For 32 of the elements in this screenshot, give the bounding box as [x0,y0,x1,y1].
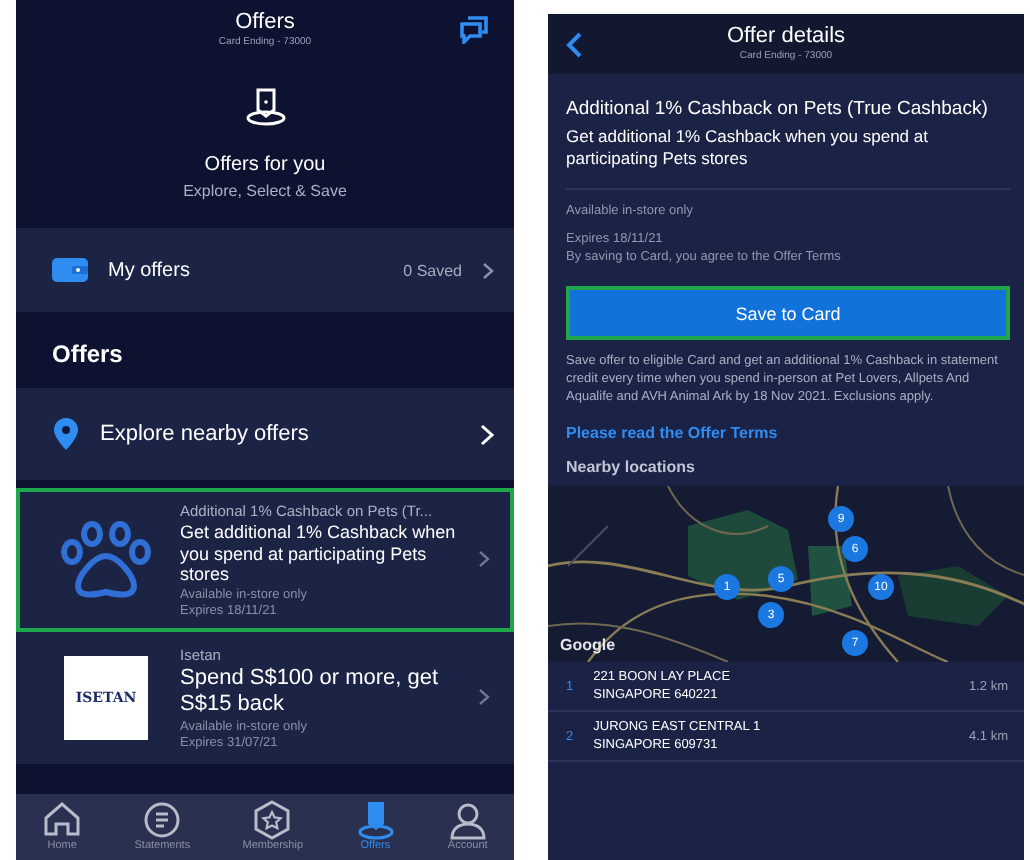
chevron-icon [478,550,490,569]
my-offers-row[interactable]: My offers 0 Saved [16,228,514,312]
offer-headline: Spend S$100 or more, get S$15 back [180,665,441,717]
offer-headline: Get additional 1% Cashback when you spend at participating Pets stores [180,522,458,585]
offers-stand-icon [243,84,287,128]
wallet-icon [52,258,88,282]
terms-link[interactable]: Please read the Offer Terms [566,424,778,442]
chevron-icon [480,423,494,445]
explore-row[interactable]: Explore nearby offers [16,388,514,480]
paw-icon [58,519,154,600]
hero-title: Offers for you [204,154,326,176]
save-button[interactable]: Save to Card [566,286,1010,340]
person-icon [447,800,488,840]
screen-title: Offers [235,10,295,36]
chevron-icon [478,688,490,706]
location-pin-icon [52,418,80,450]
offers-stand-icon [355,800,396,840]
section-title: Nearby locations [566,458,697,476]
chat-icon[interactable] [458,16,490,44]
row-label: My offers [108,259,192,281]
hero-subtitle: Explore, Select & Save [183,182,347,200]
offer-headline: Get additional 1% Cashback when you spend at participating Pets stores [566,126,930,170]
offer-title: Additional 1% Cashback on Pets (True Cashback) [566,98,990,120]
back-icon[interactable] [566,32,582,58]
row-label: Explore nearby offers [100,422,311,446]
saved-count: 0 Saved [403,261,462,279]
home-icon [42,800,83,840]
section-title: Offers [50,338,125,372]
screen-title: Offer details [726,24,846,50]
document-icon [142,800,183,840]
chevron-icon [482,261,494,279]
badge-icon [252,800,293,840]
